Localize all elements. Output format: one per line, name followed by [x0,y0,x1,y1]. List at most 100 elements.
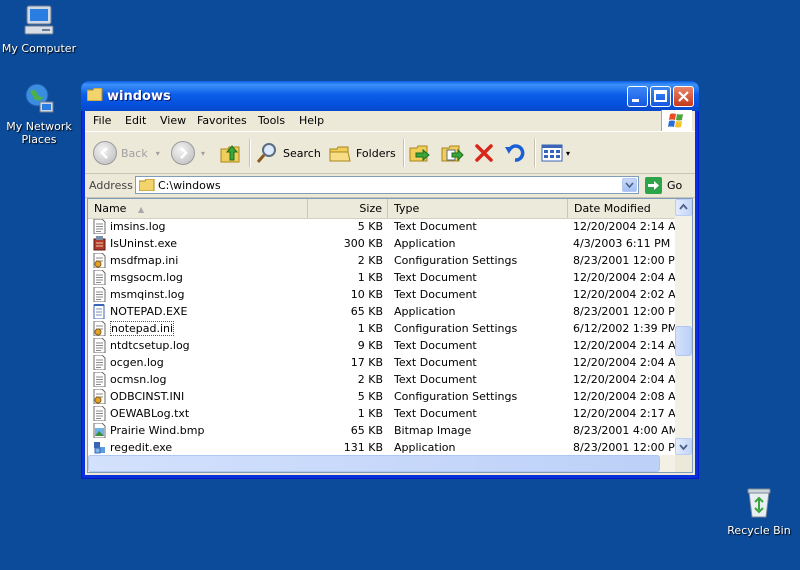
search-label: Search [283,146,321,160]
file-size: 5 KB [357,390,383,403]
up-folder-icon [220,145,240,163]
forward-button[interactable]: ▾ [171,137,205,169]
menu-edit[interactable]: Edit [125,114,146,127]
file-size: 65 KB [350,305,383,318]
file-row[interactable]: ntdtcsetup.log 9 KB Text Document 12/20/200… [88,337,685,354]
file-row[interactable]: notepad.ini 1 KB Configuration Settings 6/1… [88,320,677,337]
file-name: ocmsn.log [110,373,167,386]
file-row[interactable]: imsins.log 5 KB Text Document 12/20/2004 2:… [88,218,685,235]
search-button[interactable]: Search [255,137,321,169]
menu-file[interactable]: File [93,114,111,127]
menu-help[interactable]: Help [299,114,324,127]
maximize-button[interactable] [650,86,671,107]
file-modified: 8/23/2001 4:00 AM [573,424,679,437]
column-type-label: Type [394,202,420,215]
file-row[interactable]: regedit.exe 131 KB Application 8/23/2001 12… [88,439,684,456]
file-size: 1 KB [357,271,383,284]
minimize-button[interactable] [627,86,648,107]
toolbar: Back ▾ ▾ Search Folders ▾ [85,133,695,174]
copy-to-icon [441,145,464,162]
file-row[interactable]: msmqinst.log 10 KB Text Document 12/20/2004… [88,286,685,303]
file-type: Text Document [394,220,477,233]
views-icon [541,144,563,162]
folders-button[interactable]: Folders [328,137,396,169]
horizontal-scrollbar[interactable] [88,455,677,472]
toolbar-separator [249,139,251,167]
menu-favorites[interactable]: Favorites [197,114,247,127]
file-name: imsins.log [110,220,166,233]
move-to-button[interactable] [408,137,432,169]
file-list[interactable]: Name ▲ Size Type Date Modified imsins.lo… [87,198,693,473]
address-dropdown-button[interactable] [622,178,637,192]
forward-arrow-icon [171,141,195,165]
chevron-down-icon[interactable]: ▾ [201,149,205,158]
file-modified: 12/20/2004 2:04 AM [573,373,686,386]
file-modified: 4/3/2003 6:11 PM [573,237,671,250]
file-row[interactable]: IsUninst.exe 300 KB Application 4/3/2003 6:… [88,235,676,252]
recycle-bin-icon [742,486,776,520]
desktop-icon-network-places[interactable]: My Network Places [0,82,81,146]
notepad-app-icon [93,304,106,320]
file-row[interactable]: NOTEPAD.EXE 65 KB Application 8/23/2001 12:… [88,303,684,320]
file-row[interactable]: Prairie Wind.bmp 65 KB Bitmap Image 8/23/20… [88,422,679,439]
file-row[interactable]: OEWABLog.txt 1 KB Text Document 12/20/2004 … [88,405,685,422]
address-bar: Address C:\windows Go [85,174,695,198]
file-modified: 12/20/2004 2:14 AM [573,220,686,233]
file-row[interactable]: msgsocm.log 1 KB Text Document 12/20/2004 2… [88,269,685,286]
column-name-label: Name [94,202,127,215]
back-label: Back [121,146,148,160]
file-type: Configuration Settings [394,254,518,267]
go-button[interactable]: Go [667,179,682,192]
file-type: Application [394,237,456,250]
column-name[interactable]: Name ▲ [88,199,308,218]
address-input[interactable]: C:\windows [135,176,639,194]
go-arrow-icon[interactable] [645,177,662,194]
file-modified: 12/20/2004 2:08 AM [573,390,686,403]
address-label: Address [89,179,133,192]
installer-app-icon [93,236,106,251]
file-row[interactable]: ocgen.log 17 KB Text Document 12/20/2004 2:… [88,354,685,371]
horizontal-scroll-thumb[interactable] [88,455,660,472]
file-size: 2 KB [357,373,383,386]
folders-icon [329,146,351,162]
file-name: msmqinst.log [110,288,185,301]
menu-tools[interactable]: Tools [258,114,285,127]
file-size: 300 KB [343,237,383,250]
column-size[interactable]: Size [308,199,388,218]
file-modified: 12/20/2004 2:02 AM [573,288,686,301]
scroll-up-button[interactable] [675,199,692,216]
chevron-down-icon[interactable]: ▾ [566,149,570,158]
file-name: msgsocm.log [110,271,183,284]
text-file-icon [93,337,106,354]
title-bar[interactable]: windows [81,81,699,111]
file-type: Configuration Settings [394,390,518,403]
file-row[interactable]: ODBCINST.INI 5 KB Configuration Settings 12… [88,388,685,405]
desktop-icon-recycle-bin[interactable]: Recycle Bin [717,486,800,537]
text-file-icon [93,269,106,286]
undo-button[interactable] [503,137,527,169]
menu-view[interactable]: View [160,114,186,127]
vertical-scroll-thumb[interactable] [675,326,692,356]
file-row[interactable]: msdfmap.ini 2 KB Configuration Settings 8/2… [88,252,684,269]
up-folder-button[interactable] [219,137,243,169]
column-modified[interactable]: Date Modified [568,199,676,218]
file-size: 17 KB [350,356,383,369]
bitmap-file-icon [93,422,106,439]
close-button[interactable] [673,86,694,107]
file-size: 1 KB [357,407,383,420]
column-type[interactable]: Type [388,199,568,218]
text-file-icon [93,354,106,371]
column-header: Name ▲ Size Type Date Modified [88,199,676,219]
chevron-down-icon[interactable]: ▾ [156,149,160,158]
explorer-window: windows File Edit View Favorites Tools H… [81,81,699,479]
back-arrow-icon [93,141,117,165]
file-type: Application [394,441,456,454]
back-button[interactable]: Back ▾ [93,137,160,169]
views-button[interactable]: ▾ [540,137,570,169]
file-row[interactable]: ocmsn.log 2 KB Text Document 12/20/2004 2:0… [88,371,685,388]
vertical-scrollbar[interactable] [675,199,692,455]
desktop-icon-my-computer[interactable]: My Computer [0,4,81,55]
delete-button[interactable] [472,137,496,169]
scroll-down-button[interactable] [675,438,692,455]
copy-to-button[interactable] [440,137,464,169]
